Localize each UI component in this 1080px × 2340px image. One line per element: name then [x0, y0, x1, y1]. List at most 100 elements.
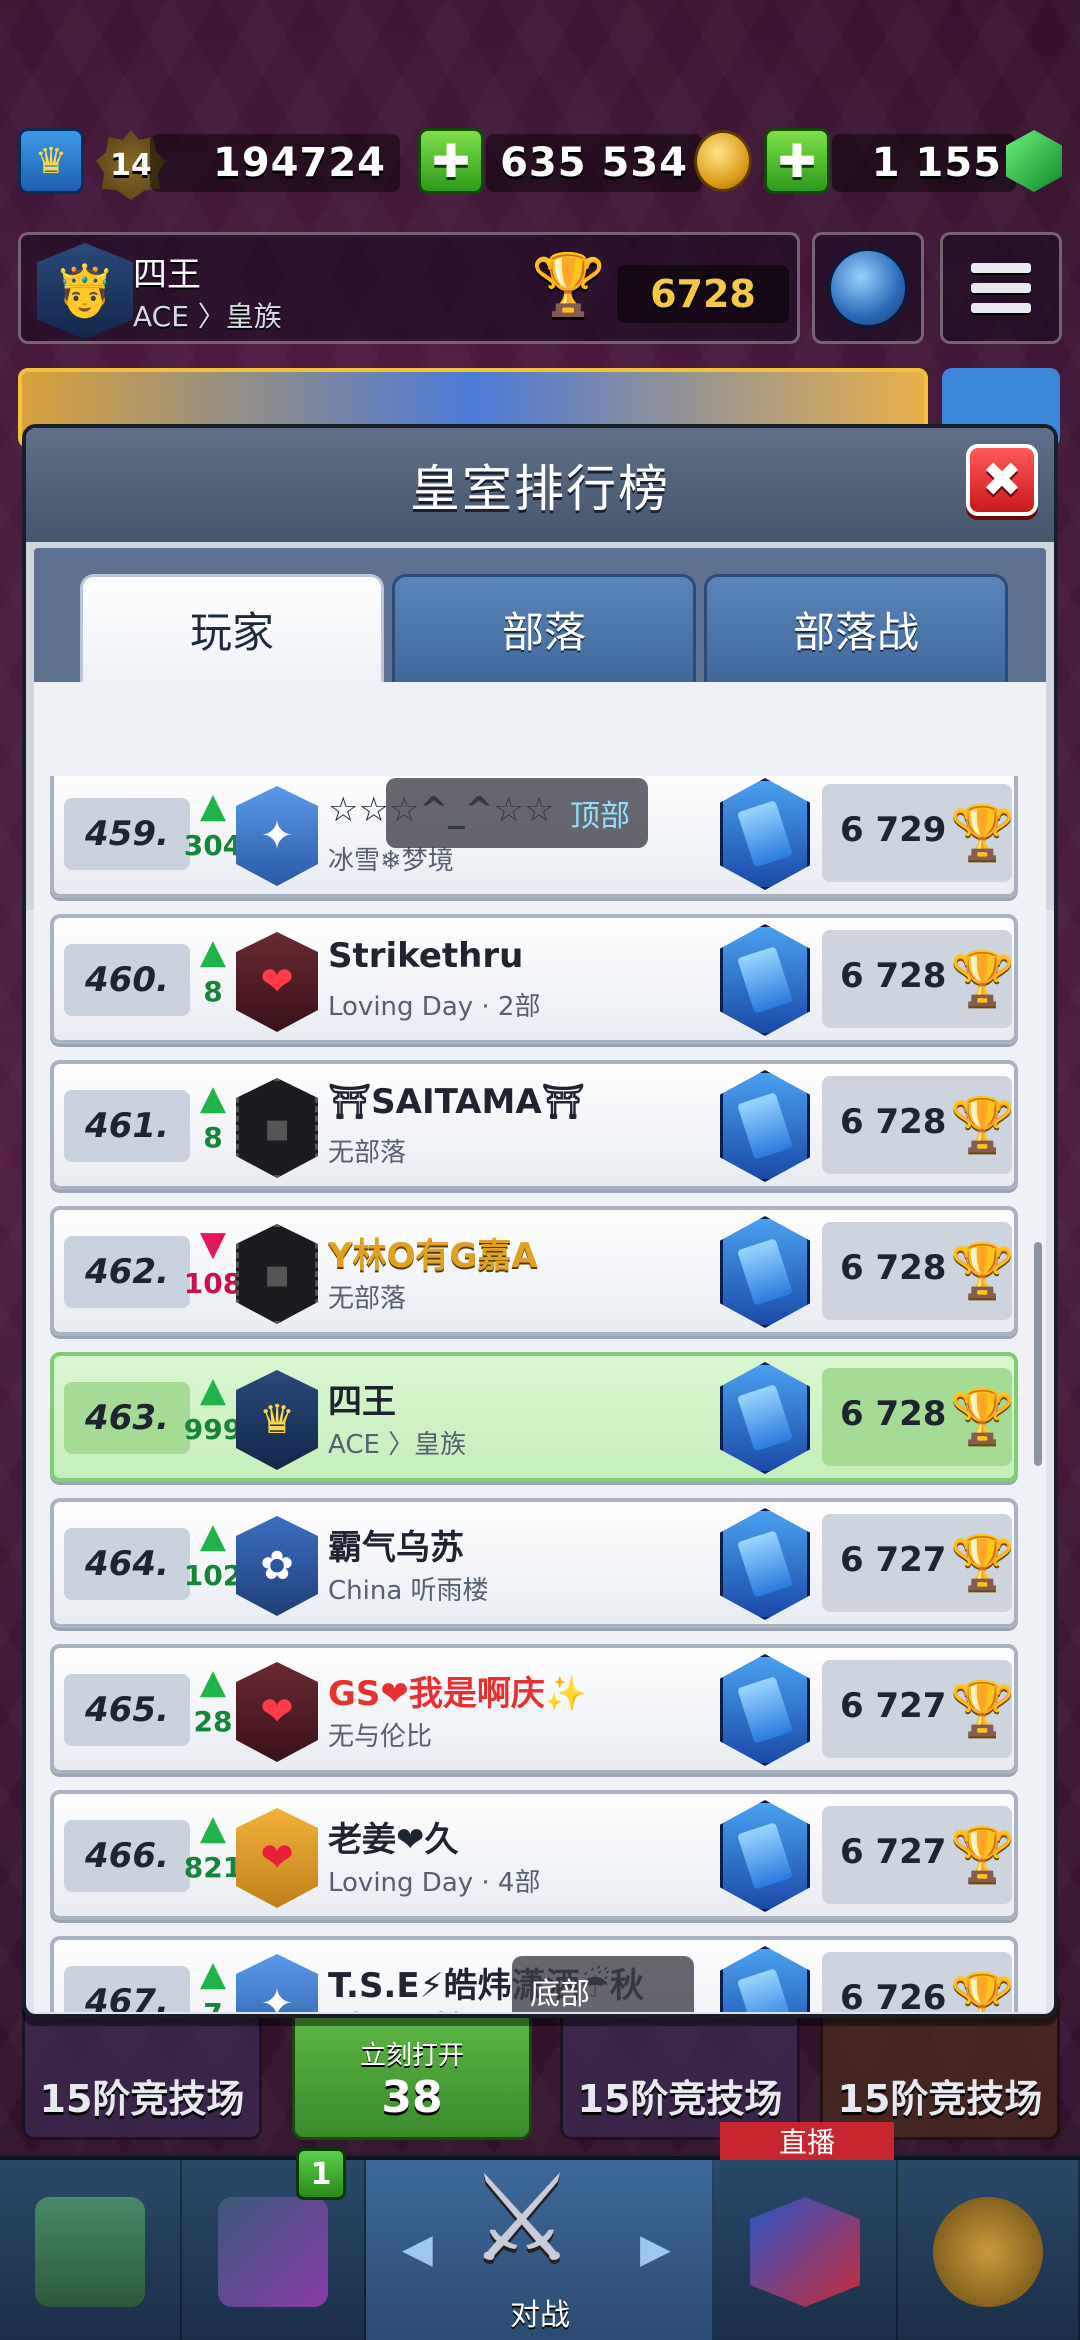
scrollbar[interactable] — [1034, 1242, 1042, 1466]
arena-icon — [720, 1946, 810, 2012]
trophy-box: 6 728 🏆 — [822, 930, 1015, 1028]
leaderboard-row[interactable]: 461. ▲ 8 ▪ ⛩SAITAMA⛩ 无部落 6 728 🏆 — [50, 1060, 1018, 1190]
arena-icon — [720, 1508, 810, 1620]
trophy-box: 6 728 🏆 — [822, 1368, 1015, 1466]
rank-number: 460. — [64, 944, 190, 1016]
scroll-top-label: 顶部 — [570, 799, 630, 834]
close-button[interactable]: ✖ — [966, 444, 1038, 516]
laurel-sword-icon — [933, 2197, 1043, 2307]
clan-badge-icon: ♛ — [236, 1370, 318, 1470]
leaderboard-row[interactable]: 462. ▼ 108 ▪ Y林O有G嘉A 无部落 6 728 🏆 — [50, 1206, 1018, 1336]
clan-badge-icon: ❤ — [236, 1662, 318, 1762]
trophy-icon: 🏆 — [950, 1825, 1015, 1885]
scroll-bottom-bubble[interactable]: 底部 — [512, 1956, 694, 2012]
trophy-box: 6 727 🏆 — [822, 1806, 1015, 1904]
player-name: GS❤我是啊庆✨ — [328, 1674, 588, 1714]
scroll-bottom-label: 底部 — [530, 1977, 590, 2012]
clan-badge-icon: ▪ — [236, 1224, 318, 1324]
nav-shop[interactable] — [0, 2160, 182, 2340]
trophy-count: 6 727 — [840, 1686, 947, 1726]
trophy-count: 6 728 — [840, 1248, 947, 1288]
player-name: 四王 — [328, 1382, 396, 1422]
player-clan: u jump! i jump! — [328, 2008, 528, 2012]
trophy-count: 6 728 — [840, 1102, 947, 1142]
rank-number: 464. — [64, 1528, 190, 1600]
trophy-box: 6 728 🏆 — [822, 1076, 1015, 1174]
trophy-icon: 🏆 — [950, 1971, 1015, 2012]
crossed-swords-icon: ⚔ — [468, 2150, 576, 2289]
rank-number: 462. — [64, 1236, 190, 1308]
leaderboard-modal: 皇室排行榜 ✖ 玩家 部落 部落战 459. ▲ 304 ✦ ☆☆☆^_^☆☆ … — [22, 424, 1058, 2018]
arrow-right-icon[interactable]: ▶ — [640, 2226, 671, 2272]
trophy-count: 6 728 — [840, 956, 947, 996]
player-name: 霸气乌苏 — [328, 1528, 464, 1568]
arena-icon — [720, 1362, 810, 1474]
scroll-top-bubble[interactable]: 顶部 — [386, 778, 648, 848]
experience-value: 194724 — [150, 134, 400, 192]
arena-icon — [720, 1654, 810, 1766]
clan-badge-icon: ▪ — [236, 1078, 318, 1178]
modal-title: 皇室排行榜 — [410, 460, 670, 518]
chest-arena-label: 15阶竞技场 — [39, 2077, 245, 2121]
trophy-box: 6 729 🏆 — [822, 784, 1015, 882]
trophy-count: 6 728 — [840, 1394, 947, 1434]
open-now-label: 立刻打开 — [359, 2041, 464, 2071]
leaderboard-row[interactable]: 463. ▲ 999 ♛ 四王 ACE 〉皇族 6 728 🏆 — [50, 1352, 1018, 1482]
leaderboard-row[interactable]: 460. ▲ 8 ❤ Strikethru Loving Day · 2部 6 … — [50, 914, 1018, 1044]
player-name: Strikethru — [328, 936, 524, 976]
resource-bar: ♛ 14 194724 ✚ 635 534 ✚ 1 155 — [0, 128, 1080, 200]
clan-badge-icon: ❤ — [236, 932, 318, 1032]
trophy-box: 6 728 🏆 — [822, 1222, 1015, 1320]
trophy-icon: 🏆 — [950, 803, 1015, 863]
trophy-count: 6 727 — [840, 1540, 947, 1580]
tab-clan-wars[interactable]: 部落战 — [704, 574, 1008, 682]
rank-number: 459. — [64, 798, 190, 870]
tab-players[interactable]: 玩家 — [80, 574, 384, 682]
arrow-left-icon[interactable]: ◀ — [402, 2226, 433, 2272]
arena-icon — [720, 1800, 810, 1912]
menu-button[interactable] — [940, 232, 1062, 344]
nav-tv-royale[interactable] — [714, 2160, 898, 2340]
nav-tournaments[interactable] — [898, 2160, 1080, 2340]
leaderboard-row[interactable]: 465. ▲ 28 ❤ GS❤我是啊庆✨ 无与伦比 6 727 🏆 — [50, 1644, 1018, 1774]
leaderboard-row[interactable]: 464. ▲ 102 ✿ 霸气乌苏 China 听雨楼 6 727 🏆 — [50, 1498, 1018, 1628]
open-gem-cost: 38 — [381, 2072, 443, 2123]
leaderboard-row[interactable]: 466. ▲ 821 ❤ 老姜❤久 Loving Day · 4部 6 727 … — [50, 1790, 1018, 1920]
crown-icon[interactable]: ♛ — [18, 128, 84, 194]
trophy-box: 6 727 🏆 — [822, 1660, 1015, 1758]
rank-number: 467. — [64, 1966, 190, 2012]
globe-icon — [828, 248, 908, 328]
leaderboard-list[interactable]: 459. ▲ 304 ✦ ☆☆☆^_^☆☆ 冰雪❄梦境 6 729 🏆 460.… — [34, 776, 1046, 2012]
tv-royale-icon — [750, 2197, 860, 2307]
tab-clans[interactable]: 部落 — [392, 574, 696, 682]
add-gold-button[interactable]: ✚ — [418, 128, 484, 194]
rank-number: 466. — [64, 1820, 190, 1892]
trophy-icon: 🏆 — [950, 1095, 1015, 1155]
rank-number: 463. — [64, 1382, 190, 1454]
shop-chest-icon — [35, 2197, 145, 2307]
globe-button[interactable] — [812, 232, 924, 344]
player-clan: Loving Day · 2部 — [328, 992, 541, 1022]
modal-header: 皇室排行榜 ✖ — [26, 428, 1054, 542]
player-clan: 无与伦比 — [328, 1722, 433, 1752]
cards-icon — [218, 2197, 328, 2307]
trophy-icon: 🏆 — [950, 1679, 1015, 1739]
profile-name: 四王 — [133, 255, 201, 295]
king-avatar-icon: 🤴 — [37, 243, 133, 339]
profile-clan: ACE 〉皇族 — [133, 300, 282, 333]
trophy-icon: 🏆 — [950, 1533, 1015, 1593]
player-clan: ACE 〉皇族 — [328, 1430, 467, 1460]
clan-badge-icon: ✦ — [236, 786, 318, 886]
tab-strip: 玩家 部落 部落战 — [34, 548, 1046, 682]
add-gems-button[interactable]: ✚ — [764, 128, 830, 194]
profile-bar[interactable]: 🤴 四王 ACE 〉皇族 🏆 6728 — [18, 232, 800, 344]
clan-badge-icon: ❤ — [236, 1808, 318, 1908]
player-clan: 无部落 — [328, 1138, 407, 1168]
trophy-count: 6 726 — [840, 1978, 947, 2012]
gold-coin-icon — [694, 130, 752, 192]
arena-icon — [720, 1070, 810, 1182]
arena-icon — [720, 778, 810, 890]
trophy-icon: 🏆 — [950, 949, 1015, 1009]
player-name: Y林O有G嘉A — [328, 1236, 538, 1276]
trophy-icon: 🏆 — [531, 250, 606, 320]
